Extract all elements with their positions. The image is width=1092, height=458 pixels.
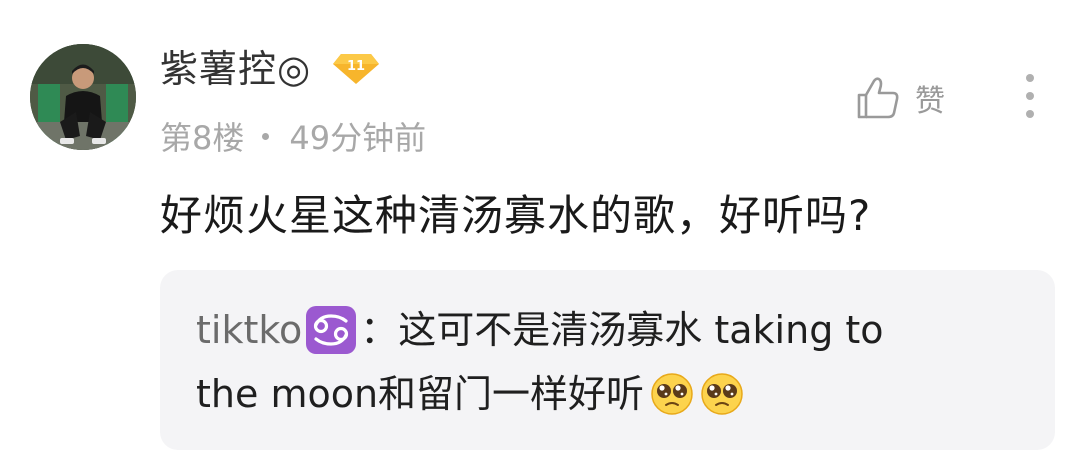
reply-line-2: the moon和留门一样好听 xyxy=(196,362,1019,426)
comment-text: 好烦火星这种清汤寡水的歌，好听吗? xyxy=(160,191,872,240)
reply-text-line-1: 这可不是清汤寡水 taking to xyxy=(398,308,884,352)
username-row: 紫薯控◎ 11 xyxy=(160,44,381,94)
level-badge-icon: 11 xyxy=(333,54,380,84)
time-ago: 49分钟前 xyxy=(289,119,427,157)
meta-separator-dot xyxy=(262,132,270,140)
pleading-face-emoji-icon xyxy=(700,372,744,416)
like-label: 赞 xyxy=(915,84,945,119)
pleading-face-emoji-icon xyxy=(650,372,694,416)
cancer-zodiac-icon xyxy=(306,306,357,354)
reply-line-1: tiktko ： 这可不是清汤寡水 taking to xyxy=(196,298,1019,362)
reply-username[interactable]: tiktko xyxy=(196,298,302,362)
reply-box[interactable]: tiktko ： 这可不是清汤寡水 taking to the moon和留门一… xyxy=(160,270,1055,450)
reply-separator: ： xyxy=(360,308,399,352)
level-number: 11 xyxy=(347,59,365,74)
reply-text-line-2: the moon和留门一样好听 xyxy=(196,372,645,416)
thumbs-up-icon xyxy=(857,77,899,119)
avatar[interactable] xyxy=(30,44,136,150)
vertical-ellipsis-icon xyxy=(1026,74,1034,118)
username[interactable]: 紫薯控◎ xyxy=(160,44,311,94)
more-options-button[interactable] xyxy=(1010,70,1050,126)
like-button[interactable]: 赞 xyxy=(855,72,945,124)
floor-number: 第8楼 xyxy=(160,119,245,157)
comment-meta: 第8楼 49分钟前 xyxy=(160,114,426,158)
